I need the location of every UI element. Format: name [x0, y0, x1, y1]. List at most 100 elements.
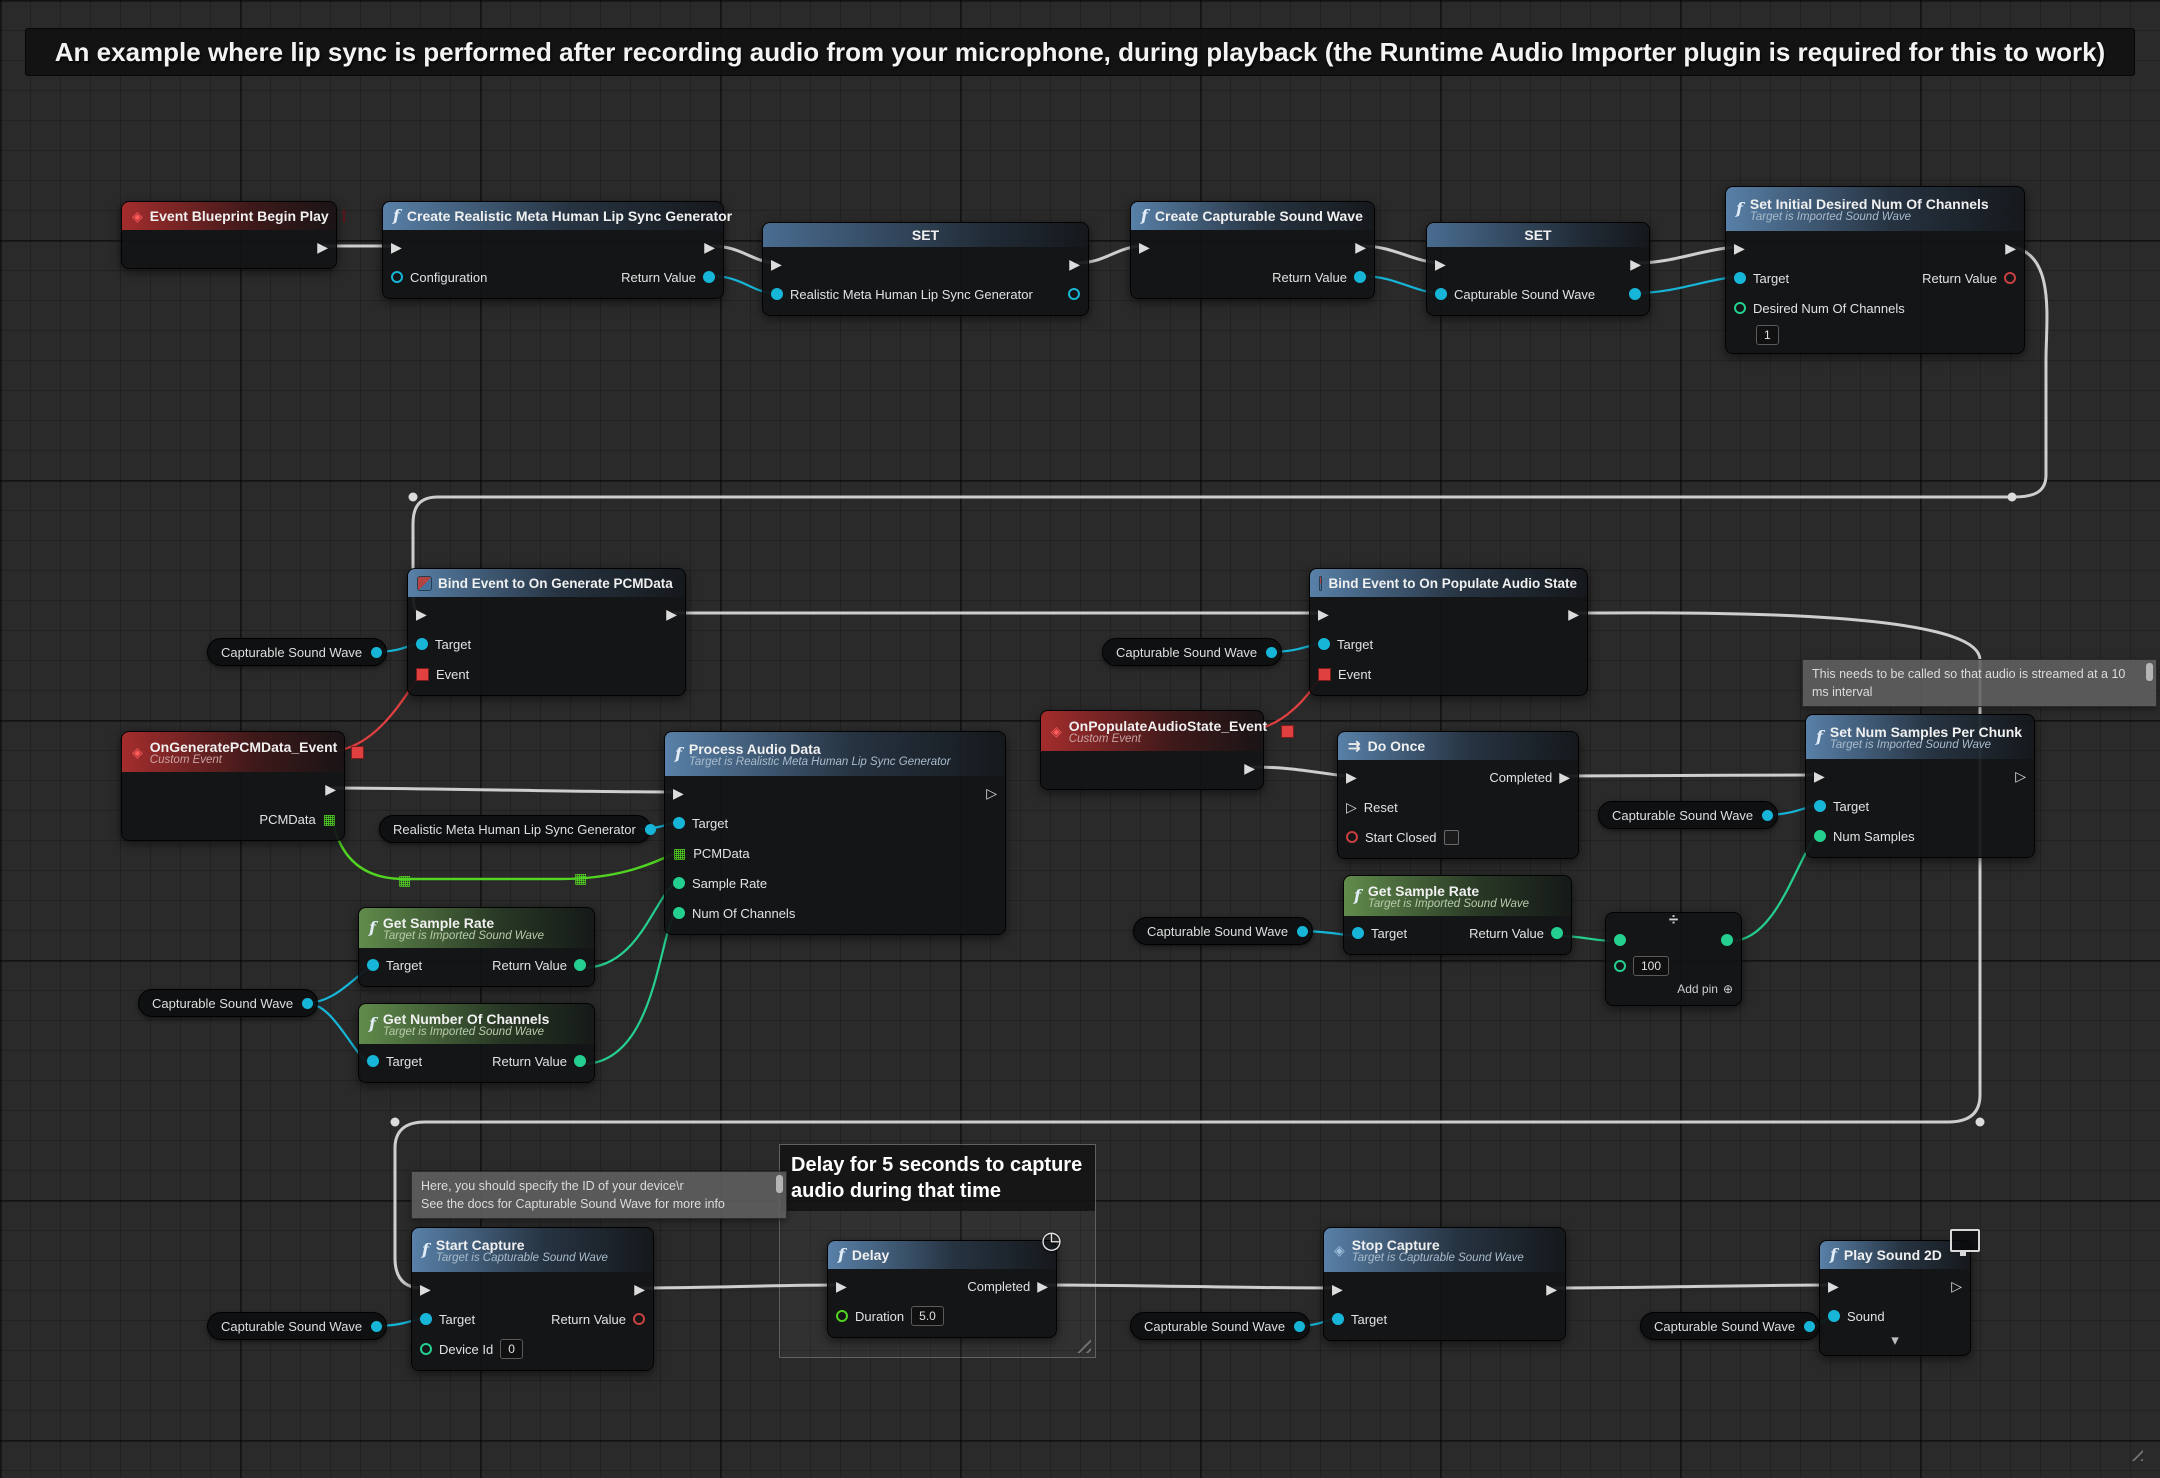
num-channels-pin[interactable] — [673, 907, 685, 919]
return-value-pin[interactable] — [574, 959, 586, 971]
variable-out-pin[interactable] — [1629, 288, 1641, 300]
object-pin[interactable] — [1297, 926, 1308, 937]
exec-in-pin[interactable]: ▶ — [391, 240, 402, 254]
variable-out-pin[interactable] — [1068, 288, 1080, 300]
exec-in-pin[interactable]: ▶ — [836, 1279, 847, 1293]
exec-in-pin[interactable]: ▶ — [416, 607, 427, 621]
exec-out-pin[interactable]: ▶ — [2005, 241, 2016, 255]
exec-out-pin[interactable]: ▶ — [704, 240, 715, 254]
pcmdata-array-pin[interactable]: ▦ — [673, 846, 686, 860]
get-realistic-generator[interactable]: Realistic Meta Human Lip Sync Generator — [379, 815, 651, 843]
exec-out-pin[interactable]: ▶ — [1355, 240, 1366, 254]
exec-out-pin[interactable]: ▶ — [325, 782, 336, 796]
delegate-out-pin[interactable] — [351, 746, 364, 759]
reset-exec-in-pin[interactable]: ▷ — [1346, 800, 1357, 814]
node-set-initial-desired-num-channels[interactable]: f Set Initial Desired Num Of Channels Ta… — [1725, 186, 2025, 354]
exec-out-pin[interactable]: ▶ — [666, 607, 677, 621]
comment-header[interactable]: Delay for 5 seconds to capture audio dur… — [780, 1145, 1095, 1211]
return-value-pin[interactable] — [703, 271, 715, 283]
target-pin[interactable] — [1332, 1313, 1344, 1325]
get-capturable-sound-wave[interactable]: Capturable Sound Wave — [1640, 1312, 1820, 1340]
node-divide[interactable]: ÷ 100 Add pin⊕ — [1605, 912, 1742, 1006]
divisor-pin[interactable] — [1614, 960, 1626, 972]
sample-rate-pin[interactable] — [673, 877, 685, 889]
device-id-pin[interactable] — [420, 1343, 432, 1355]
exec-in-pin[interactable]: ▶ — [1346, 770, 1357, 784]
node-set-lipsync-generator[interactable]: SET ▶ ▶ Realistic Meta Human Lip Sync Ge… — [762, 222, 1089, 316]
exec-in-pin[interactable]: ▶ — [1814, 769, 1825, 783]
result-pin[interactable] — [1721, 934, 1733, 946]
get-capturable-sound-wave[interactable]: Capturable Sound Wave — [1130, 1312, 1310, 1340]
exec-in-pin[interactable]: ▶ — [1139, 240, 1150, 254]
delegate-out-pin[interactable] — [1281, 725, 1294, 738]
node-get-sample-rate-2[interactable]: f Get Sample Rate Target is Imported Sou… — [1343, 875, 1572, 955]
target-pin[interactable] — [367, 959, 379, 971]
completed-exec-out-pin[interactable]: ▶ — [1559, 770, 1570, 784]
node-get-number-of-channels[interactable]: f Get Number Of Channels Target is Impor… — [358, 1003, 595, 1083]
exec-out-pin[interactable]: ▶ — [1546, 1282, 1557, 1296]
event-delegate-pin[interactable] — [416, 668, 429, 681]
get-capturable-sound-wave[interactable]: Capturable Sound Wave — [207, 638, 387, 666]
get-capturable-sound-wave[interactable]: Capturable Sound Wave — [1102, 638, 1282, 666]
get-capturable-sound-wave[interactable]: Capturable Sound Wave — [1598, 801, 1778, 829]
exec-out-pin[interactable]: ▷ — [1951, 1279, 1962, 1293]
duration-pin[interactable] — [836, 1310, 848, 1322]
node-set-capturable-sound-wave[interactable]: SET ▶ ▶ Capturable Sound Wave — [1426, 222, 1650, 316]
exec-out-pin[interactable]: ▶ — [634, 1282, 645, 1296]
exec-in-pin[interactable]: ▶ — [1318, 607, 1329, 621]
exec-out-pin[interactable]: ▶ — [1244, 761, 1255, 775]
object-pin[interactable] — [645, 824, 656, 835]
object-pin[interactable] — [1762, 810, 1773, 821]
num-samples-pin[interactable] — [1814, 830, 1826, 842]
return-value-pin[interactable] — [2004, 272, 2016, 284]
get-capturable-sound-wave[interactable]: Capturable Sound Wave — [1133, 917, 1313, 945]
exec-in-pin[interactable]: ▶ — [1332, 1282, 1343, 1296]
node-get-sample-rate-1[interactable]: f Get Sample Rate Target is Imported Sou… — [358, 907, 595, 987]
node-bind-event-on-populate-audio-state[interactable]: Bind Event to On Populate Audio State ▶ … — [1309, 568, 1588, 696]
node-bind-event-on-generate-pcmdata[interactable]: Bind Event to On Generate PCMData ▶ ▶ Ta… — [407, 568, 686, 696]
desired-num-channels-pin[interactable] — [1734, 302, 1746, 314]
variable-in-pin[interactable] — [771, 288, 783, 300]
node-set-num-samples-per-chunk[interactable]: f Set Num Samples Per Chunk Target is Im… — [1805, 714, 2035, 858]
exec-in-pin[interactable]: ▶ — [420, 1282, 431, 1296]
event-delegate-pin[interactable] — [1318, 668, 1331, 681]
node-on-generate-pcmdata-event[interactable]: ◈ OnGeneratePCMData_Event Custom Event ▶… — [121, 731, 345, 841]
node-delay[interactable]: ◷ f Delay ▶ Completed▶ Duration 5.0 — [827, 1240, 1057, 1338]
divisor-input[interactable]: 100 — [1633, 956, 1669, 976]
exec-in-pin[interactable]: ▶ — [673, 786, 684, 800]
variable-in-pin[interactable] — [1435, 288, 1447, 300]
exec-in-pin[interactable]: ▶ — [1734, 241, 1745, 255]
exec-out-pin[interactable]: ▶ — [1069, 257, 1080, 271]
target-pin[interactable] — [420, 1313, 432, 1325]
object-pin[interactable] — [371, 647, 382, 658]
node-event-begin-play[interactable]: ◈ Event Blueprint Begin Play ▶ — [121, 201, 337, 269]
node-create-capturable-sound-wave[interactable]: f Create Capturable Sound Wave ▶ ▶ Retur… — [1130, 201, 1375, 299]
device-id-input[interactable]: 0 — [500, 1339, 523, 1359]
target-pin[interactable] — [1734, 272, 1746, 284]
get-capturable-sound-wave[interactable]: Capturable Sound Wave — [207, 1312, 387, 1340]
target-pin[interactable] — [416, 638, 428, 650]
return-value-pin[interactable] — [574, 1055, 586, 1067]
target-pin[interactable] — [1352, 927, 1364, 939]
duration-input[interactable]: 5.0 — [911, 1306, 944, 1326]
desired-num-channels-input[interactable]: 1 — [1756, 325, 1779, 345]
completed-exec-out-pin[interactable]: ▶ — [1037, 1279, 1048, 1293]
exec-out-pin[interactable]: ▶ — [317, 240, 328, 254]
node-stop-capture[interactable]: ◈ Stop Capture Target is Capturable Soun… — [1323, 1227, 1566, 1341]
return-value-pin[interactable] — [633, 1313, 645, 1325]
node-process-audio-data[interactable]: f Process Audio Data Target is Realistic… — [664, 731, 1006, 935]
exec-out-pin[interactable]: ▶ — [1630, 257, 1641, 271]
exec-in-pin[interactable]: ▶ — [1435, 257, 1446, 271]
return-value-pin[interactable] — [1551, 927, 1563, 939]
target-pin[interactable] — [367, 1055, 379, 1067]
return-value-pin[interactable] — [1354, 271, 1366, 283]
exec-out-pin[interactable]: ▷ — [986, 786, 997, 800]
object-pin[interactable] — [1266, 647, 1277, 658]
node-on-populate-audio-state-event[interactable]: ◈ OnPopulateAudioState_Event Custom Even… — [1040, 710, 1264, 790]
get-capturable-sound-wave[interactable]: Capturable Sound Wave — [138, 989, 318, 1017]
pcmdata-array-pin[interactable]: ▦ — [323, 812, 336, 826]
target-pin[interactable] — [1318, 638, 1330, 650]
start-closed-checkbox[interactable] — [1444, 830, 1459, 845]
node-start-capture[interactable]: f Start Capture Target is Capturable Sou… — [411, 1227, 654, 1371]
expand-chevron-icon[interactable]: ▾ — [1891, 1333, 1899, 1348]
